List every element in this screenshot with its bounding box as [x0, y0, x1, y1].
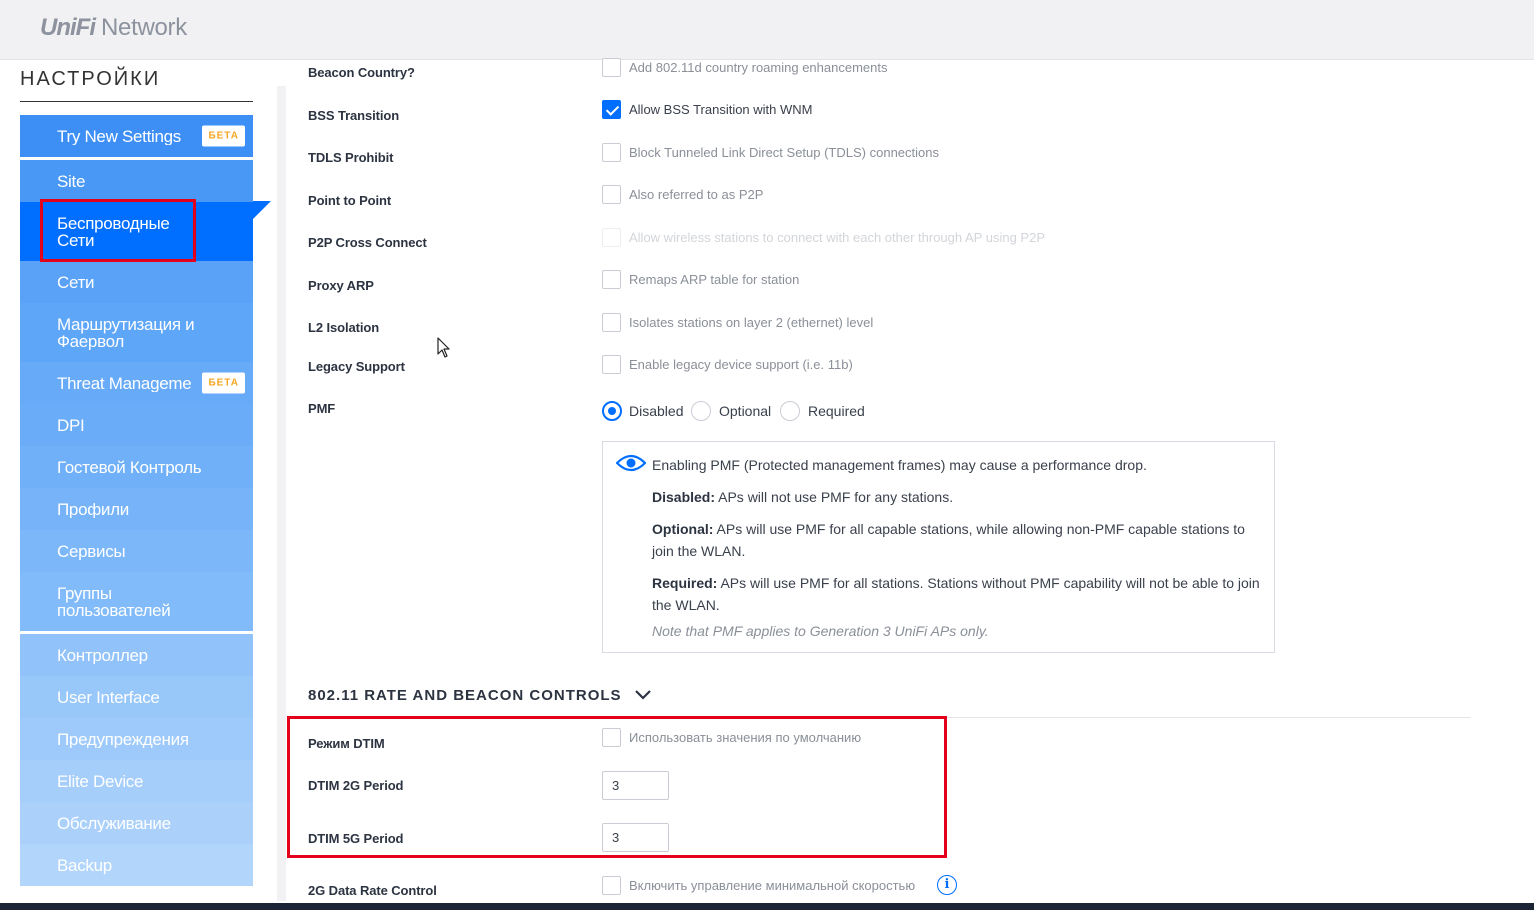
sidebar-item-dpi[interactable]: DPI — [20, 404, 253, 446]
content-scrollbar[interactable] — [277, 86, 286, 901]
sidebar-item-label: Try New Settings — [57, 127, 181, 145]
sidebar-item-label: User Interface — [57, 688, 160, 706]
sidebar-item-label: Site — [57, 172, 86, 190]
point-to-point-label: Point to Point — [308, 193, 392, 208]
eye-icon — [616, 454, 646, 472]
mouse-cursor-icon — [437, 337, 450, 358]
info-icon[interactable]: i — [937, 875, 957, 895]
logo-product: Network — [101, 14, 187, 41]
logo-brand: UniFi — [40, 14, 96, 41]
pmf-info-optional-text: APs will use PMF for all capable station… — [652, 521, 1245, 559]
pmf-info-required-text: APs will use PMF for all stations. Stati… — [652, 575, 1260, 613]
p2p-cross-connect-text: Allow wireless stations to connect with … — [629, 230, 1045, 245]
sidebar-item-threat-management[interactable]: Threat Manageme БЕТА — [20, 362, 253, 404]
top-bar: UniFi Network — [0, 0, 1534, 60]
pmf-info-disabled-text: APs will not use PMF for any stations. — [715, 489, 954, 505]
p2p-cross-connect-checkbox[interactable] — [602, 228, 621, 247]
sidebar-item-label: Backup — [57, 856, 112, 874]
tdls-prohibit-text: Block Tunneled Link Direct Setup (TDLS) … — [629, 145, 939, 160]
legacy-support-label: Legacy Support — [308, 359, 405, 374]
sidebar-item-label: Сервисы — [57, 542, 126, 560]
sidebar-item-networks[interactable]: Сети — [20, 261, 253, 303]
sidebar-item-user-interface[interactable]: User Interface — [20, 676, 253, 718]
sidebar-item-backup[interactable]: Backup — [20, 844, 253, 886]
pmf-info-disabled: Disabled: APs will not use PMF for any s… — [652, 486, 1267, 508]
l2-isolation-label: L2 Isolation — [308, 320, 380, 335]
proxy-arp-label: Proxy ARP — [308, 278, 374, 293]
sidebar-item-controller[interactable]: Контроллер — [20, 634, 253, 676]
pmf-info-required-term: Required: — [652, 575, 718, 591]
pmf-required-text: Required — [808, 403, 865, 419]
unifi-network-logo[interactable]: UniFi Network — [40, 14, 187, 42]
p2p-cross-connect-label: P2P Cross Connect — [308, 235, 427, 250]
highlight-box-wireless — [40, 199, 196, 262]
pmf-disabled-text: Disabled — [629, 403, 684, 419]
tdls-prohibit-label: TDLS Prohibit — [308, 150, 394, 165]
point-to-point-checkbox[interactable] — [602, 185, 621, 204]
pmf-info-box: Enabling PMF (Protected management frame… — [602, 441, 1275, 653]
chevron-down-icon[interactable] — [634, 688, 652, 702]
pmf-info-disabled-term: Disabled: — [652, 489, 716, 505]
proxy-arp-checkbox[interactable] — [602, 270, 621, 289]
sidebar-item-routing-firewall[interactable]: Маршрутизация и Фаервол — [20, 303, 253, 362]
beta-badge: БЕТА — [202, 125, 245, 147]
sidebar-item-guest-control[interactable]: Гостевой Контроль — [20, 446, 253, 488]
beacon-country-text: Add 802.11d country roaming enhancements — [629, 60, 888, 75]
sidebar-item-services[interactable]: Сервисы — [20, 530, 253, 572]
sidebar-item-label: Профили — [57, 500, 129, 518]
sidebar-item-label: Обслуживание — [57, 814, 171, 832]
pmf-info-note: Note that PMF applies to Generation 3 Un… — [652, 623, 989, 639]
bss-transition-text: Allow BSS Transition with WNM — [629, 102, 813, 117]
point-to-point-text: Also referred to as P2P — [629, 187, 764, 202]
l2-isolation-checkbox[interactable] — [602, 313, 621, 332]
data-rate-label: 2G Data Rate Control — [308, 883, 437, 898]
bss-transition-label: BSS Transition — [308, 108, 400, 123]
legacy-support-checkbox[interactable] — [602, 355, 621, 374]
beta-badge: БЕТА — [202, 372, 245, 394]
sidebar-item-label: Маршрутизация и Фаервол — [57, 315, 195, 350]
pmf-optional-radio[interactable] — [691, 401, 711, 421]
bss-transition-checkbox[interactable] — [602, 100, 621, 119]
sidebar-item-label: Контроллер — [57, 646, 148, 664]
pmf-info-required: Required: APs will use PMF for all stati… — [652, 572, 1267, 616]
tdls-prohibit-checkbox[interactable] — [602, 143, 621, 162]
l2-isolation-text: Isolates stations on layer 2 (ethernet) … — [629, 315, 874, 330]
sidebar-item-profiles[interactable]: Профили — [20, 488, 253, 530]
sidebar-item-label: Сети — [57, 273, 95, 291]
highlight-box-dtim — [287, 716, 947, 858]
pmf-info-optional: Optional: APs will use PMF for all capab… — [652, 518, 1267, 562]
sidebar-item-label: Elite Device — [57, 772, 144, 790]
pmf-label: PMF — [308, 401, 336, 416]
pmf-required-radio[interactable] — [780, 401, 800, 421]
sidebar-item-label: Предупреждения — [57, 730, 189, 748]
settings-title: НАСТРОЙКИ — [20, 68, 161, 90]
sidebar-item-alerts[interactable]: Предупреждения — [20, 718, 253, 760]
legacy-support-text: Enable legacy device support (i.e. 11b) — [629, 357, 853, 372]
sidebar-item-label: DPI — [57, 416, 85, 434]
beacon-country-checkbox[interactable] — [602, 58, 621, 77]
sidebar-item-user-groups[interactable]: Группы пользователей — [20, 572, 253, 631]
sidebar-item-label: Группы пользователей — [57, 584, 171, 619]
sidebar-item-site[interactable]: Site — [20, 160, 253, 202]
settings-divider — [20, 101, 253, 102]
data-rate-text: Включить управление минимальной скорость… — [629, 878, 916, 893]
bottom-bar — [0, 903, 1534, 910]
pmf-optional-text: Optional — [719, 403, 772, 419]
sidebar-item-elite-device[interactable]: Elite Device — [20, 760, 253, 802]
pmf-disabled-radio[interactable] — [602, 401, 622, 421]
pmf-info-optional-term: Optional: — [652, 521, 714, 537]
sidebar-item-maintenance[interactable]: Обслуживание — [20, 802, 253, 844]
pmf-info-headline: Enabling PMF (Protected management frame… — [652, 457, 1147, 473]
active-item-pointer — [253, 201, 271, 219]
proxy-arp-text: Remaps ARP table for station — [629, 272, 800, 287]
sidebar-item-label: Гостевой Контроль — [57, 458, 202, 476]
sidebar-item-label: Threat Manageme — [57, 374, 192, 392]
sidebar-item-try-new-settings[interactable]: Try New Settings БЕТА — [20, 115, 253, 157]
rate-beacon-section-title[interactable]: 802.11 RATE AND BEACON CONTROLS — [308, 687, 622, 704]
data-rate-checkbox[interactable] — [602, 876, 621, 895]
beacon-country-label: Beacon Country? — [308, 65, 415, 80]
